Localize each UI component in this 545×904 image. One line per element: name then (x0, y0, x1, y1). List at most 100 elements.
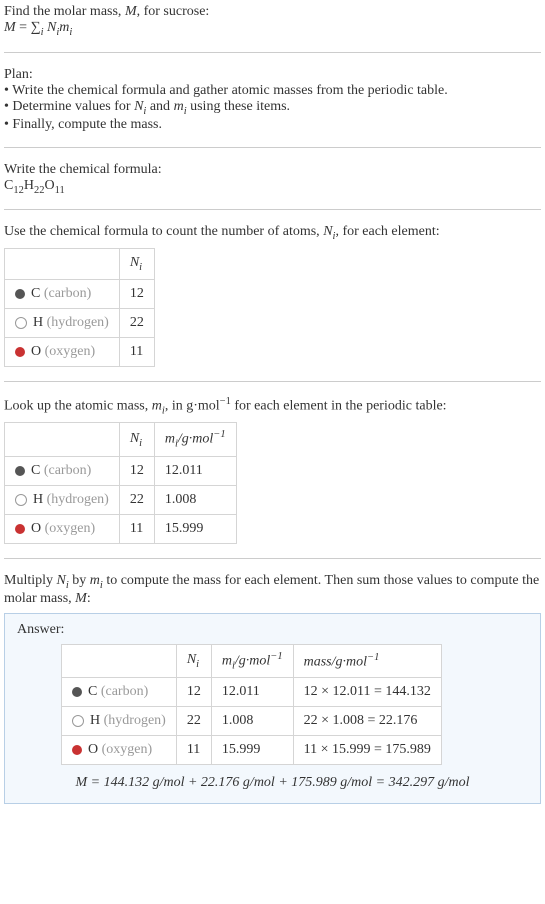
var-m: m (152, 399, 162, 414)
t: by (69, 573, 90, 588)
table-header-row: Ni (5, 249, 155, 280)
cell-element: O (oxygen) (62, 736, 177, 765)
table-row: H (hydrogen)22 (5, 308, 155, 337)
t: Multiply (4, 573, 57, 588)
divider (4, 381, 541, 382)
molar-mass-formula: M = ∑i Nimi (4, 20, 541, 38)
plan-item: • Determine values for Ni and mi using t… (4, 99, 541, 117)
cell-value: 12 (119, 279, 154, 308)
oxygen-icon (15, 347, 25, 357)
cell-value: 22 × 1.008 = 22.176 (293, 707, 441, 736)
th-Ni: Ni (119, 423, 154, 456)
chemical-formula: C12H22O11 (4, 178, 541, 196)
th-blank (62, 644, 177, 677)
table-header-row: Ni mi/g·mol−1 (5, 423, 237, 456)
t: 11 (55, 184, 65, 195)
cell-element: O (oxygen) (5, 514, 120, 543)
t: Use the chemical formula to count the nu… (4, 224, 323, 239)
table-row: C (carbon)1212.011 (5, 456, 237, 485)
table-row: H (hydrogen)221.008 (5, 485, 237, 514)
sigma-sub: i (41, 27, 44, 38)
sub-i: i (69, 27, 72, 38)
t: for each element in the periodic table: (231, 399, 447, 414)
carbon-icon (15, 289, 25, 299)
cell-value: 12.011 (211, 678, 293, 707)
intro-text: Find the molar mass, M, for sucrose: (4, 4, 541, 20)
t: = ∑ (19, 20, 40, 35)
cell-element: H (hydrogen) (62, 707, 177, 736)
step-heading: Write the chemical formula: (4, 162, 541, 178)
table-row: O (oxygen)1115.99911 × 15.999 = 175.989 (62, 736, 442, 765)
step-heading: Use the chemical formula to count the nu… (4, 224, 541, 242)
var-M: M (75, 591, 87, 606)
carbon-icon (15, 466, 25, 476)
t: , for each element: (335, 224, 439, 239)
table-row: O (oxygen)1115.999 (5, 514, 237, 543)
th-blank (5, 249, 120, 280)
cell-value: 22 (176, 707, 211, 736)
cell-value: 22 (119, 308, 154, 337)
var-m: m (59, 20, 69, 35)
cell-value: 15.999 (154, 514, 236, 543)
t: and (146, 99, 173, 114)
t: 12 (13, 184, 24, 195)
cell-value: 1.008 (211, 707, 293, 736)
table-row: O (oxygen)11 (5, 337, 155, 366)
cell-element: H (hydrogen) (5, 485, 120, 514)
cell-element: C (carbon) (62, 678, 177, 707)
th-Ni: Ni (119, 249, 154, 280)
t: Find the molar mass, (4, 4, 125, 19)
divider (4, 209, 541, 210)
th-Ni: Ni (176, 644, 211, 677)
hydrogen-icon (15, 317, 27, 329)
oxygen-icon (72, 745, 82, 755)
cell-element: C (carbon) (5, 279, 120, 308)
table-row: H (hydrogen)221.00822 × 1.008 = 22.176 (62, 707, 442, 736)
answer-box: Answer: Ni mi/g·mol−1 mass/g·mol−1 C (ca… (4, 613, 541, 804)
plan-item: • Write the chemical formula and gather … (4, 83, 541, 99)
t: using these items. (187, 99, 290, 114)
t: , for sucrose: (137, 4, 210, 19)
super-neg1: −1 (220, 396, 231, 407)
plan-section: Plan: • Write the chemical formula and g… (4, 67, 541, 133)
t: O (44, 178, 54, 193)
divider (4, 558, 541, 559)
cell-value: 11 (119, 514, 154, 543)
divider (4, 52, 541, 53)
th-mi: mi/g·mol−1 (211, 644, 293, 677)
var-m: m (174, 99, 184, 114)
atomic-mass-table: Ni mi/g·mol−1 C (carbon)1212.011 H (hydr… (4, 422, 237, 543)
th-mass: mass/g·mol−1 (293, 644, 441, 677)
cell-value: 12 × 12.011 = 144.132 (293, 678, 441, 707)
hydrogen-icon (15, 494, 27, 506)
t: C (4, 178, 13, 193)
var-M: M (125, 4, 137, 19)
cell-value: 15.999 (211, 736, 293, 765)
cell-element: H (hydrogen) (5, 308, 120, 337)
step-heading: Multiply Ni by mi to compute the mass fo… (4, 573, 541, 607)
table-row: C (carbon)1212.01112 × 12.011 = 144.132 (62, 678, 442, 707)
t: , in g·mol (165, 399, 220, 414)
t: 22 (34, 184, 45, 195)
atom-count-table: Ni C (carbon)12 H (hydrogen)22 O (oxygen… (4, 248, 155, 367)
t: Look up the atomic mass, (4, 399, 152, 414)
final-formula: M = 144.132 g/mol + 22.176 g/mol + 175.9… (17, 775, 528, 791)
cell-value: 11 × 15.999 = 175.989 (293, 736, 441, 765)
th-blank (5, 423, 120, 456)
answer-table: Ni mi/g·mol−1 mass/g·mol−1 C (carbon)121… (61, 644, 442, 765)
answer-label: Answer: (17, 622, 528, 638)
cell-element: C (carbon) (5, 456, 120, 485)
var-M: M (4, 20, 16, 35)
carbon-icon (72, 687, 82, 697)
cell-value: 22 (119, 485, 154, 514)
plan-item: • Finally, compute the mass. (4, 117, 541, 133)
table-header-row: Ni mi/g·mol−1 mass/g·mol−1 (62, 644, 442, 677)
cell-value: 11 (176, 736, 211, 765)
var-N: N (323, 224, 332, 239)
var-m: m (90, 573, 100, 588)
var-N: N (57, 573, 66, 588)
cell-value: 11 (119, 337, 154, 366)
th-mi: mi/g·mol−1 (154, 423, 236, 456)
cell-value: 1.008 (154, 485, 236, 514)
cell-element: O (oxygen) (5, 337, 120, 366)
